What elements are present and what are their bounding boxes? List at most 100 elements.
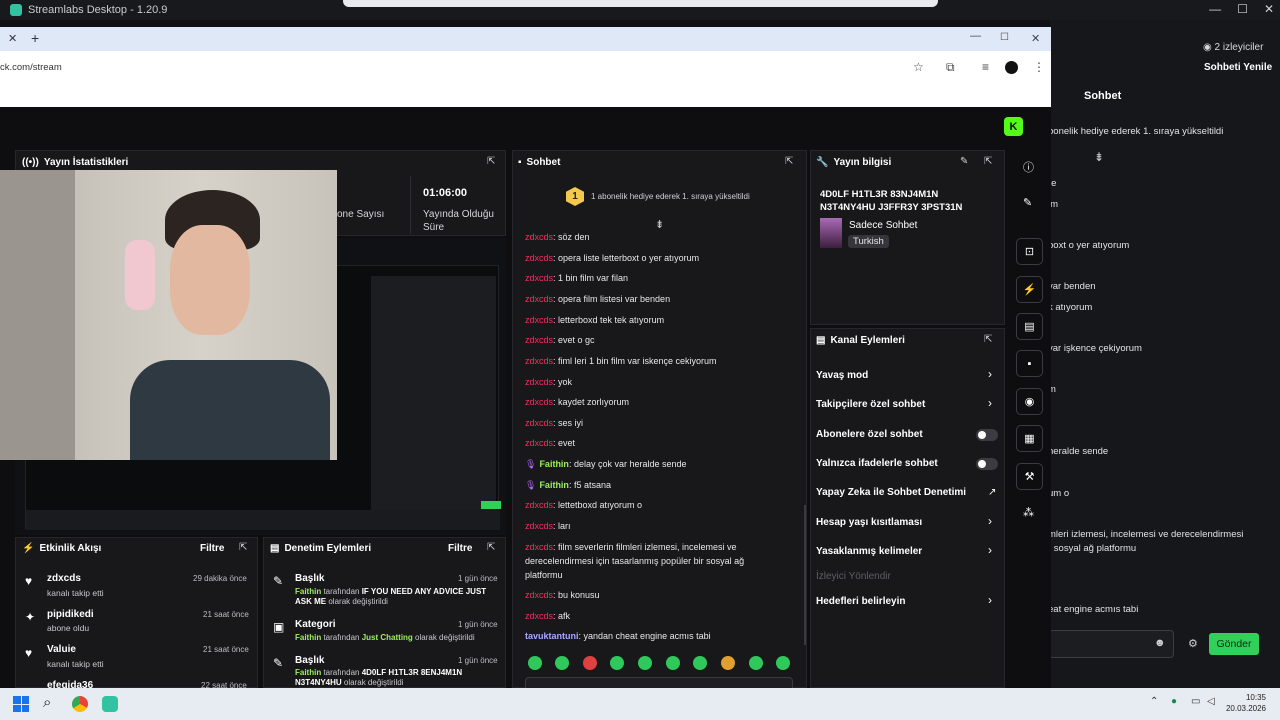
chevron-right-icon[interactable]: › xyxy=(988,396,992,410)
close-icon[interactable]: ✕ xyxy=(1264,2,1274,16)
rail-stream-button[interactable]: ⊡ xyxy=(1016,238,1043,265)
moderation-filter-button[interactable]: Filtre xyxy=(448,543,472,554)
scroll-down-icon[interactable]: ⇟ xyxy=(655,218,664,231)
chevron-right-icon[interactable]: › xyxy=(988,367,992,381)
ai-moderation-item[interactable]: Yapay Zeka ile Sohbet Denetimi xyxy=(816,487,966,498)
moderator-name[interactable]: Faithin xyxy=(295,587,321,596)
chat-username[interactable]: zdxcds xyxy=(525,253,553,263)
external-link-icon[interactable]: ↗ xyxy=(988,487,996,498)
windows-start-icon[interactable] xyxy=(13,696,29,712)
media-icon[interactable]: ≡ xyxy=(982,60,989,74)
emoji-icon[interactable]: ☻ xyxy=(1154,637,1166,649)
rail-activity-button[interactable]: ⚡ xyxy=(1016,276,1043,303)
microphone-icon[interactable]: ● xyxy=(1171,696,1177,707)
goals-item[interactable]: Hedefleri belirleyin xyxy=(816,596,905,607)
chat-username[interactable]: zdxcds xyxy=(525,611,553,621)
popout-icon[interactable]: ⇱ xyxy=(984,156,992,167)
emote-icon[interactable] xyxy=(610,656,624,670)
network-icon[interactable]: ▭ xyxy=(1191,696,1200,707)
pencil-icon[interactable]: ✎ xyxy=(1023,196,1032,209)
chat-username[interactable]: zdxcds xyxy=(525,335,553,345)
chat-username[interactable]: zdxcds xyxy=(525,397,553,407)
search-icon[interactable]: ⌕ xyxy=(43,694,51,711)
profile-avatar[interactable] xyxy=(1005,61,1018,74)
emote-icon[interactable] xyxy=(528,656,542,670)
chat-username[interactable]: zdxcds xyxy=(525,438,553,448)
chat-username[interactable]: zdxcds xyxy=(525,294,553,304)
minimize-icon[interactable]: — xyxy=(1209,2,1221,16)
activity-user[interactable]: efegida36 xyxy=(47,680,93,688)
settings-icon[interactable]: ⚙ xyxy=(1188,637,1198,650)
subscribers-only-toggle[interactable] xyxy=(976,429,998,441)
chrome-icon[interactable] xyxy=(72,696,88,712)
chat-username[interactable]: zdxcds xyxy=(525,590,553,600)
info-icon[interactable]: ⓘ xyxy=(1023,159,1034,175)
banned-words-item[interactable]: Yasaklanmış kelimeler xyxy=(816,546,922,557)
maximize-icon[interactable]: ☐ xyxy=(1000,32,1009,43)
chevron-right-icon[interactable]: › xyxy=(988,543,992,557)
followers-only-item[interactable]: Takipçilere özel sohbet xyxy=(816,399,925,410)
activity-user[interactable]: zdxcds xyxy=(47,573,81,584)
minimize-icon[interactable]: — xyxy=(970,30,981,42)
emote-icon[interactable] xyxy=(749,656,763,670)
volume-icon[interactable]: ◁ xyxy=(1207,696,1215,707)
emote-icon[interactable] xyxy=(666,656,680,670)
chevron-right-icon[interactable]: › xyxy=(988,593,992,607)
scroll-down-icon[interactable]: ⇟ xyxy=(1094,150,1104,164)
menu-icon[interactable]: ⋮ xyxy=(1033,60,1045,74)
rail-channel-button[interactable]: ▦ xyxy=(1016,425,1043,452)
taskbar-clock[interactable]: 10:35 20.03.2026 xyxy=(1226,692,1266,714)
moderator-name[interactable]: Faithin xyxy=(295,633,321,642)
chat-username[interactable]: zdxcds xyxy=(525,315,553,325)
rail-tools-button[interactable]: ⚒ xyxy=(1016,463,1043,490)
popout-icon[interactable]: ⇱ xyxy=(984,334,992,345)
layout-icon[interactable]: ⁂ xyxy=(1023,506,1034,519)
popout-icon[interactable]: ⇱ xyxy=(487,156,495,167)
refresh-chat-button[interactable]: Sohbeti Yenile xyxy=(1204,62,1272,73)
chat-username[interactable]: Faithin xyxy=(539,459,569,469)
chat-username[interactable]: zdxcds xyxy=(525,521,553,531)
kick-logo-icon[interactable]: K xyxy=(1004,117,1023,136)
edit-icon[interactable]: ✎ xyxy=(960,156,968,167)
emote-only-toggle[interactable] xyxy=(976,458,998,470)
chat-username[interactable]: zdxcds xyxy=(525,356,553,366)
chat-scrollbar[interactable] xyxy=(804,505,806,645)
close-tab-icon[interactable]: ✕ xyxy=(8,32,17,45)
extensions-icon[interactable]: ⧉ xyxy=(946,60,955,75)
popout-icon[interactable]: ⇱ xyxy=(487,542,495,553)
emote-icon[interactable] xyxy=(583,656,597,670)
chat-username[interactable]: tavuktantuni xyxy=(525,631,579,641)
rail-broadcast-button[interactable]: ◉ xyxy=(1016,388,1043,415)
send-button[interactable]: Gönder xyxy=(1209,633,1259,655)
slow-mode-item[interactable]: Yavaş mod xyxy=(816,370,868,381)
streamlabs-taskbar-icon[interactable] xyxy=(102,696,118,712)
chat-username[interactable]: zdxcds xyxy=(525,542,553,552)
chat-username[interactable]: Faithin xyxy=(539,480,569,490)
chevron-right-icon[interactable]: › xyxy=(988,514,992,528)
moderator-name[interactable]: Faithin xyxy=(295,668,321,677)
chat-username[interactable]: zdxcds xyxy=(525,377,553,387)
rail-moderation-button[interactable]: ▤ xyxy=(1016,313,1043,340)
emote-icon[interactable] xyxy=(776,656,790,670)
close-window-icon[interactable]: ✕ xyxy=(1031,32,1040,45)
activity-user[interactable]: pipidikedi xyxy=(47,609,94,620)
popout-icon[interactable]: ⇱ xyxy=(785,156,793,167)
activity-filter-button[interactable]: Filtre xyxy=(200,543,224,554)
chat-username[interactable]: zdxcds xyxy=(525,232,553,242)
chat-username[interactable]: zdxcds xyxy=(525,273,553,283)
activity-user[interactable]: Valuie xyxy=(47,644,76,655)
chat-username[interactable]: zdxcds xyxy=(525,500,553,510)
rail-chat-button[interactable]: ▪ xyxy=(1016,350,1043,377)
maximize-icon[interactable]: ☐ xyxy=(1237,2,1248,16)
emote-icon[interactable] xyxy=(721,656,735,670)
chevron-up-icon[interactable]: ⌃ xyxy=(1150,696,1158,707)
emote-icon[interactable] xyxy=(693,656,707,670)
account-age-item[interactable]: Hesap yaşı kısıtlaması xyxy=(816,517,922,528)
popout-icon[interactable]: ⇱ xyxy=(239,542,247,553)
chat-username[interactable]: zdxcds xyxy=(525,418,553,428)
emote-icon[interactable] xyxy=(638,656,652,670)
new-tab-icon[interactable]: + xyxy=(31,30,39,46)
bookmark-star-icon[interactable]: ☆ xyxy=(913,60,924,74)
url-field[interactable]: ck.com/stream xyxy=(0,62,62,73)
emote-icon[interactable] xyxy=(555,656,569,670)
